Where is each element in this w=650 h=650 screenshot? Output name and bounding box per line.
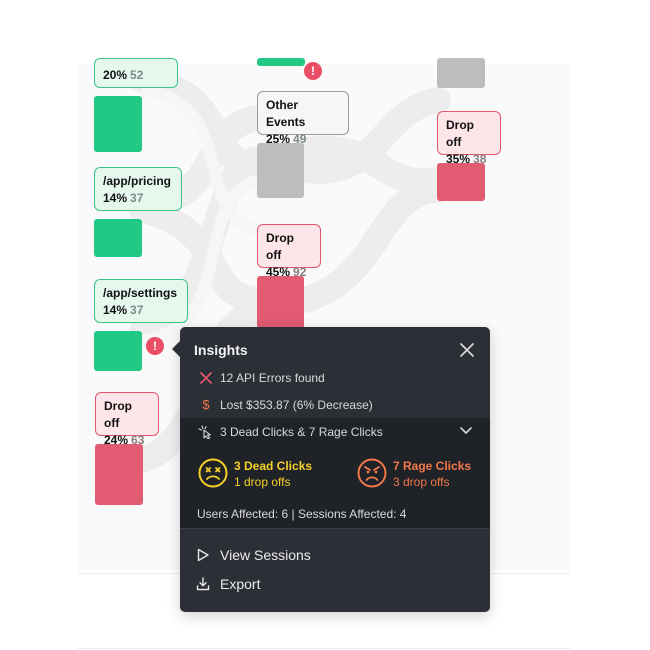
clicks-summary-text: 3 Dead Clicks & 7 Rage Clicks xyxy=(220,425,383,439)
clicks-panel: 3 Dead Clicks & 7 Rage Clicks 3 Dead Cli… xyxy=(180,418,490,528)
node-bar-pricing[interactable] xyxy=(94,219,142,257)
node-count: 37 xyxy=(130,303,144,317)
alert-icon[interactable]: ! xyxy=(146,337,164,355)
node-label-dropoff-col2[interactable]: Drop off 45% 92 xyxy=(257,224,321,279)
x-icon xyxy=(200,372,212,384)
insights-popover: Insights 12 API Errors found $ Lost $353… xyxy=(172,327,490,612)
dollar-icon: $ xyxy=(202,397,210,412)
download-icon xyxy=(196,577,210,591)
api-errors-text: 12 API Errors found xyxy=(220,371,325,385)
node-label-dropoff-col3[interactable]: Drop off 35% 38 xyxy=(437,111,501,166)
node-name: Drop off xyxy=(446,118,474,149)
node-name: /app/settings xyxy=(103,286,178,300)
node-pct: 14% xyxy=(103,303,128,317)
journey-canvas: 20% 52 /app/pricing 14% 37 /app/settings 1… xyxy=(0,0,650,650)
node-bar-dropoff-col1[interactable] xyxy=(95,444,143,505)
dead-clicks-sub: 1 drop offs xyxy=(234,475,291,489)
node-name: Other Events xyxy=(266,98,306,129)
node-name: Drop off xyxy=(266,231,294,262)
node-bar-dropoff-col3[interactable] xyxy=(437,163,485,201)
view-sessions-button[interactable]: View Sessions xyxy=(196,547,311,563)
node-name: Drop off xyxy=(104,399,132,430)
node-bar-col3-top[interactable] xyxy=(437,58,485,88)
insights-title: Insights xyxy=(194,342,248,358)
dead-face-icon xyxy=(198,458,228,488)
guide-line xyxy=(78,648,570,649)
export-label: Export xyxy=(220,576,261,592)
node-label-other-events[interactable]: Other Events 25% 49 xyxy=(257,91,349,146)
affected-text: Users Affected: 6 | Sessions Affected: 4 xyxy=(197,507,407,521)
node-bar-dropoff-col2[interactable] xyxy=(257,276,304,332)
dead-clicks-title: 3 Dead Clicks xyxy=(234,459,313,473)
node-label-top[interactable]: 20% 52 xyxy=(94,58,178,88)
node-count: 37 xyxy=(130,191,144,205)
alert-icon[interactable]: ! xyxy=(304,62,322,80)
node-pct: 20% xyxy=(103,68,128,82)
close-icon[interactable] xyxy=(458,341,476,359)
chevron-down-icon[interactable] xyxy=(458,424,474,438)
node-pct: 14% xyxy=(103,191,128,205)
play-icon xyxy=(197,548,209,562)
node-name: /app/pricing xyxy=(103,174,172,188)
cursor-click-icon xyxy=(198,425,212,439)
node-bar-top[interactable] xyxy=(94,96,142,152)
rage-clicks-sub: 3 drop offs xyxy=(393,475,450,489)
angry-face-icon xyxy=(357,458,387,488)
node-label-settings[interactable]: /app/settings 14% 37 xyxy=(94,279,188,323)
divider xyxy=(180,528,490,529)
node-count: 52 xyxy=(130,68,144,82)
clicks-summary-row[interactable]: 3 Dead Clicks & 7 Rage Clicks xyxy=(198,425,383,439)
export-button[interactable]: Export xyxy=(196,576,260,592)
rage-clicks-title: 7 Rage Clicks xyxy=(393,459,472,473)
node-bar-settings[interactable] xyxy=(94,331,142,371)
node-label-pricing[interactable]: /app/pricing 14% 37 xyxy=(94,167,182,211)
node-bar-col2-top[interactable] xyxy=(257,58,305,66)
view-sessions-label: View Sessions xyxy=(220,547,311,563)
node-bar-other-events[interactable] xyxy=(257,143,304,198)
lost-row: $ Lost $353.87 (6% Decrease) xyxy=(198,397,373,412)
node-label-dropoff-col1[interactable]: Drop off 24% 63 xyxy=(95,392,159,447)
api-errors-row: 12 API Errors found xyxy=(198,371,325,385)
lost-text: Lost $353.87 (6% Decrease) xyxy=(220,397,373,412)
